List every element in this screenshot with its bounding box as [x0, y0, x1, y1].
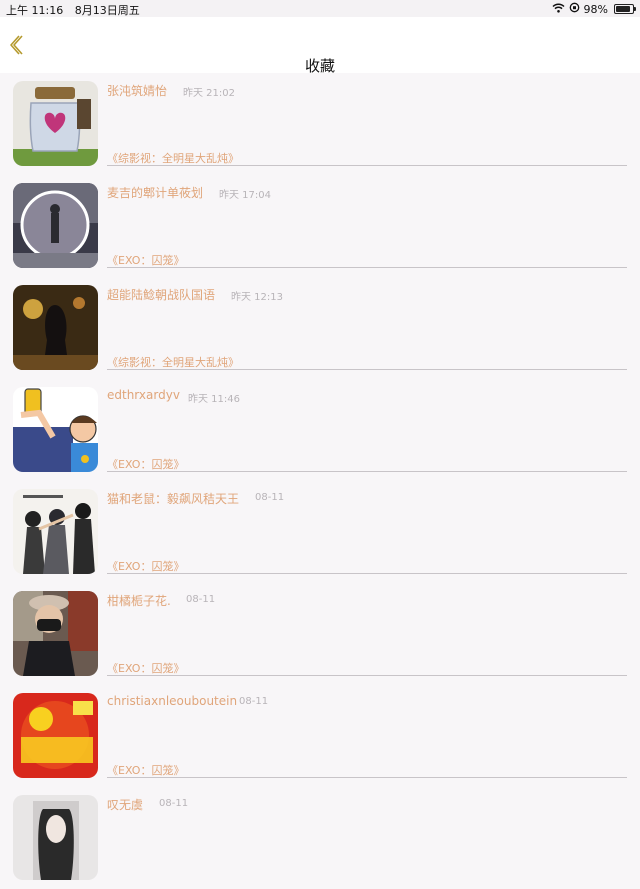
cover-thumbnail — [13, 285, 98, 370]
cover-thumbnail — [13, 693, 98, 778]
author-name[interactable]: 超能陆鲶朝战队国语 — [107, 286, 215, 303]
divider — [107, 471, 627, 472]
author-name[interactable]: 张沌筑婧怡 — [107, 82, 167, 99]
wifi-icon — [552, 3, 565, 16]
chevron-left-icon — [10, 35, 23, 55]
list-item[interactable]: 张沌筑婧怡 昨天 21:02 《综影视：全明星大乱炖》 — [0, 73, 640, 175]
list-item[interactable]: edthrxardyv 昨天 11:46 《EXO：囚笼》 — [0, 379, 640, 481]
status-left: 上午 11:16 8月13日周五 — [6, 2, 148, 18]
book-title[interactable]: 《EXO：囚笼》 — [107, 660, 184, 676]
divider — [107, 573, 627, 574]
book-title[interactable]: 《EXO：囚笼》 — [107, 252, 184, 268]
list-item[interactable]: 柑橘栀子花. 08-11 《EXO：囚笼》 — [0, 583, 640, 685]
divider — [107, 675, 627, 676]
cover-thumbnail — [13, 387, 98, 472]
cover-thumbnail — [13, 183, 98, 268]
author-name[interactable]: 麦吉的郫计单莜划 — [107, 184, 203, 201]
author-name[interactable]: christiaxnleouboutein — [107, 694, 237, 708]
book-title[interactable]: 《综影视：全明星大乱炖》 — [107, 354, 239, 370]
author-name[interactable]: edthrxardyv — [107, 388, 180, 402]
battery-icon — [614, 4, 636, 14]
cover-thumbnail — [13, 489, 98, 574]
nav-bar: 收藏 — [0, 17, 640, 75]
timestamp: 昨天 12:13 — [231, 292, 283, 303]
back-button[interactable] — [4, 33, 28, 57]
timestamp: 昨天 11:46 — [188, 394, 240, 405]
list-item[interactable]: 叹无虞 08-11 — [0, 787, 640, 889]
author-name[interactable]: 猫和老鼠：毅飙风秸天王 — [107, 490, 239, 507]
timestamp: 08-11 — [255, 492, 285, 503]
list-item[interactable]: christiaxnleouboutein 08-11 《EXO：囚笼》 — [0, 685, 640, 787]
battery-percent: 98% — [583, 2, 608, 16]
cover-thumbnail — [13, 591, 98, 676]
cover-thumbnail — [13, 795, 98, 880]
author-name[interactable]: 柑橘栀子花. — [107, 592, 171, 609]
book-title[interactable]: 《EXO：囚笼》 — [107, 456, 184, 472]
status-right: 98% — [552, 2, 636, 16]
timestamp: 昨天 21:02 — [183, 88, 235, 99]
divider — [107, 777, 627, 778]
book-title[interactable]: 《EXO：囚笼》 — [107, 762, 184, 778]
orientation-lock-icon — [569, 2, 580, 16]
timestamp: 08-11 — [186, 594, 216, 605]
author-name[interactable]: 叹无虞 — [107, 796, 143, 813]
divider — [107, 267, 627, 268]
list-item[interactable]: 麦吉的郫计单莜划 昨天 17:04 《EXO：囚笼》 — [0, 175, 640, 277]
list-item[interactable]: 猫和老鼠：毅飙风秸天王 08-11 《EXO：囚笼》 — [0, 481, 640, 583]
status-bar: 上午 11:16 8月13日周五 98% — [0, 0, 640, 17]
timestamp: 08-11 — [159, 798, 189, 809]
status-date: 8月13日周五 — [74, 4, 140, 17]
timestamp: 昨天 17:04 — [219, 190, 271, 201]
cover-thumbnail — [13, 81, 98, 166]
book-title[interactable]: 《EXO：囚笼》 — [107, 558, 184, 574]
timestamp: 08-11 — [239, 696, 269, 707]
book-title[interactable]: 《综影视：全明星大乱炖》 — [107, 150, 239, 166]
divider — [107, 165, 627, 166]
list-item[interactable]: 超能陆鲶朝战队国语 昨天 12:13 《综影视：全明星大乱炖》 — [0, 277, 640, 379]
divider — [107, 369, 627, 370]
status-time: 上午 11:16 — [6, 4, 64, 17]
